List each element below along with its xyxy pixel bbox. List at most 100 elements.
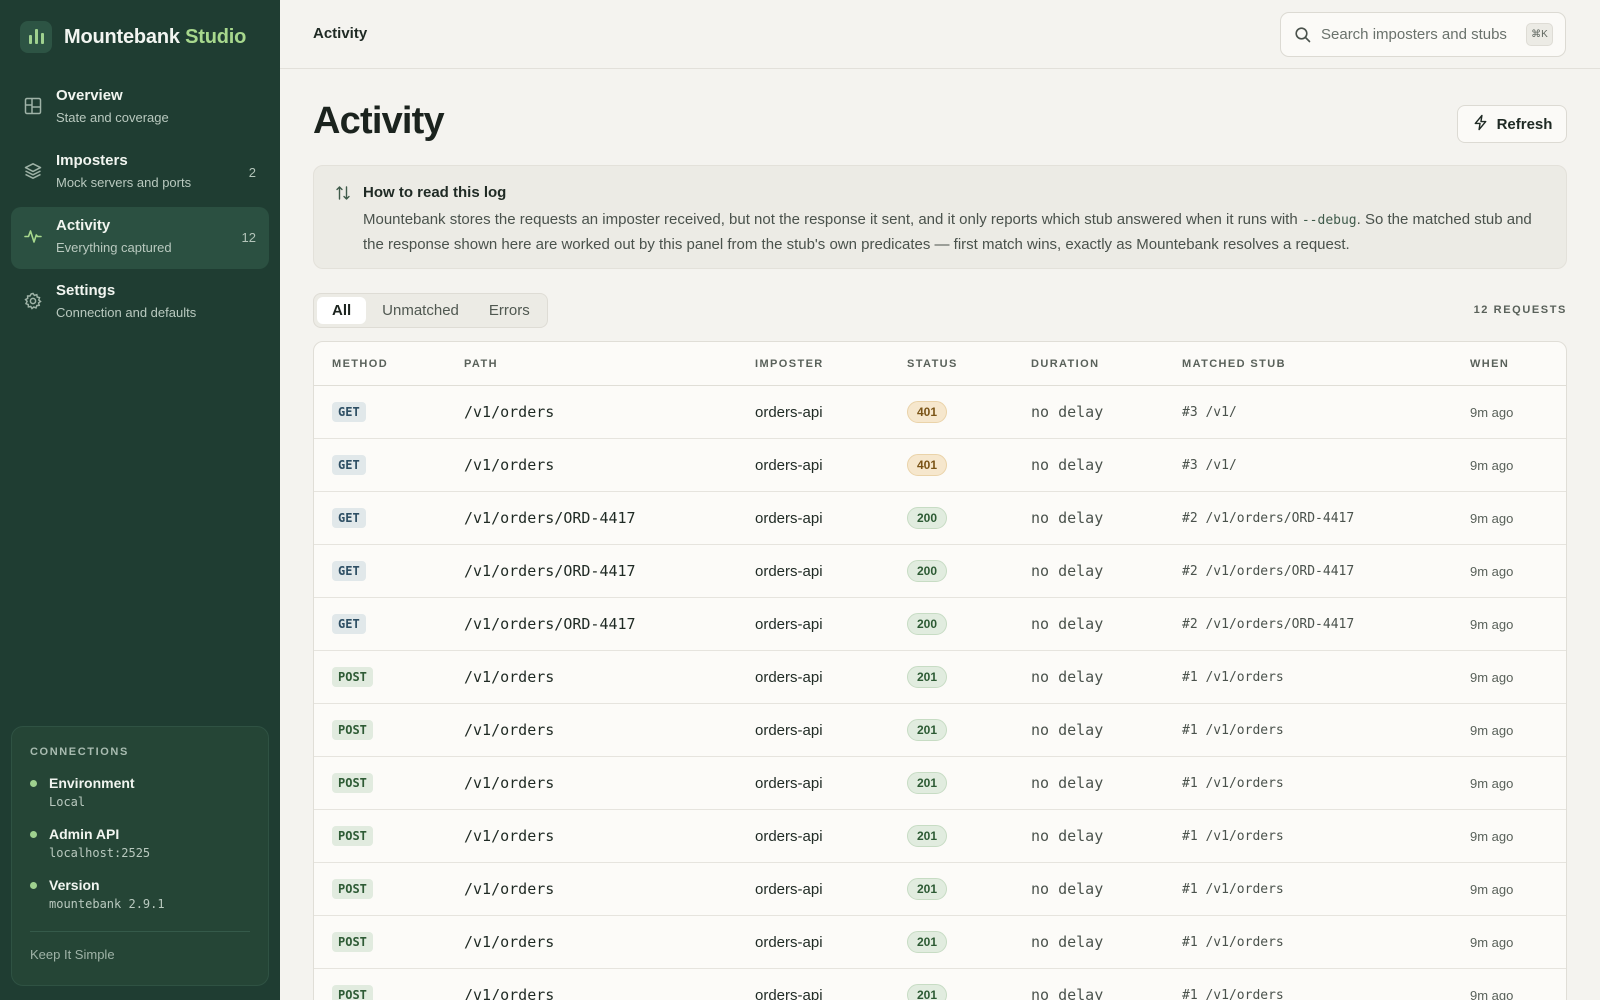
when-cell: 9m ago xyxy=(1470,669,1514,685)
refresh-button[interactable]: Refresh xyxy=(1457,105,1567,143)
table-cell: /v1/orders/ORD-4417 xyxy=(464,545,636,597)
column-header-path[interactable]: PATH xyxy=(464,358,498,370)
table-cell: 201 xyxy=(907,969,948,1000)
connection-value: Local xyxy=(49,795,86,809)
table-cell: no delay xyxy=(1031,810,1103,862)
table-cell: no delay xyxy=(1031,651,1103,703)
connection-environment: Environment Local xyxy=(30,775,250,809)
table-row[interactable]: GET/v1/orders orders-api 401 no delay #3 /v1… xyxy=(314,386,1566,439)
table-cell: GET xyxy=(332,598,366,650)
brand[interactable]: Mountebank Studio xyxy=(20,21,246,53)
column-header-imposter[interactable]: IMPOSTER xyxy=(755,358,824,370)
column-header-matched-stub[interactable]: MATCHED STUB xyxy=(1182,358,1286,370)
imposter-cell: orders-api xyxy=(755,933,823,951)
status-badge: 200 xyxy=(907,507,948,529)
when-cell: 9m ago xyxy=(1470,828,1514,844)
method-badge: GET xyxy=(332,614,366,634)
connection-label: Version xyxy=(49,877,100,893)
duration-cell: no delay xyxy=(1031,403,1104,421)
tab-errors[interactable]: Errors xyxy=(475,297,544,324)
sidebar-item-activity[interactable]: Activity Everything captured 12 xyxy=(11,207,269,269)
table-cell: 9m ago xyxy=(1470,969,1513,1000)
imposter-cell: orders-api xyxy=(755,668,823,686)
table-cell: 9m ago xyxy=(1470,386,1513,438)
table-cell: /v1/orders xyxy=(464,704,554,756)
status-dot xyxy=(30,831,37,838)
table-cell: #1 /v1/orders xyxy=(1182,969,1284,1000)
duration-cell: no delay xyxy=(1031,456,1104,474)
table-cell: /v1/orders xyxy=(464,439,554,491)
table-row[interactable]: GET/v1/orders/ORD-4417 orders-api 200 no de… xyxy=(314,598,1566,651)
duration-cell: no delay xyxy=(1031,721,1104,739)
status-badge: 401 xyxy=(907,401,948,423)
sidebar-item-title: Overview xyxy=(56,87,123,104)
connections-footer: Keep It Simple xyxy=(30,947,115,962)
tab-all[interactable]: All xyxy=(317,297,367,324)
method-badge: POST xyxy=(332,667,373,687)
imposter-cell: orders-api xyxy=(755,509,823,527)
table-cell: /v1/orders xyxy=(464,969,554,1000)
column-header-status[interactable]: STATUS xyxy=(907,358,958,370)
brand-accent: Studio xyxy=(185,25,247,48)
table-row[interactable]: POST/v1/orders orders-api 201 no delay #1 /v… xyxy=(314,651,1566,704)
connection-label: Admin API xyxy=(49,826,120,842)
table-cell: POST xyxy=(332,651,373,703)
sidebar-item-subtitle: Mock servers and ports xyxy=(56,175,192,190)
table-cell: 201 xyxy=(907,916,948,968)
sort-arrows-icon xyxy=(335,185,351,201)
matched-stub-cell: #1 /v1/orders xyxy=(1182,828,1284,844)
sidebar-item-title: Imposters xyxy=(56,152,128,169)
table-cell: orders-api xyxy=(755,598,823,650)
table-cell: 201 xyxy=(907,704,948,756)
shortcut-hint: ⌘K xyxy=(1526,23,1553,46)
table-cell: no delay xyxy=(1031,439,1103,491)
table-row[interactable]: GET/v1/orders orders-api 401 no delay #3 /v1… xyxy=(314,439,1566,492)
method-badge: POST xyxy=(332,985,373,1000)
table-cell: #1 /v1/orders xyxy=(1182,863,1284,915)
method-badge: GET xyxy=(332,455,366,475)
table-row[interactable]: GET/v1/orders/ORD-4417 orders-api 200 no de… xyxy=(314,492,1566,545)
column-header-method[interactable]: METHOD xyxy=(332,358,388,370)
table-cell: orders-api xyxy=(755,916,823,968)
table-row[interactable]: GET/v1/orders/ORD-4417 orders-api 200 no de… xyxy=(314,545,1566,598)
tab-unmatched[interactable]: Unmatched xyxy=(368,297,473,324)
table-cell: 401 xyxy=(907,386,948,438)
search-box[interactable]: ⌘K xyxy=(1280,12,1566,57)
matched-stub-cell: #3 /v1/ xyxy=(1182,404,1237,420)
table-cell: 9m ago xyxy=(1470,863,1513,915)
column-header-when[interactable]: WHEN xyxy=(1470,358,1509,370)
bolt-icon xyxy=(1472,114,1489,135)
sidebar-nav: Overview State and coverage Imposters Mo… xyxy=(11,77,269,337)
sidebar-item-imposters[interactable]: Imposters Mock servers and ports 2 xyxy=(11,142,269,204)
status-badge: 200 xyxy=(907,560,948,582)
table-row[interactable]: POST/v1/orders orders-api 201 no delay #1 /v… xyxy=(314,863,1566,916)
table-row[interactable]: POST/v1/orders orders-api 201 no delay #1 /v… xyxy=(314,916,1566,969)
sidebar-item-overview[interactable]: Overview State and coverage xyxy=(11,77,269,139)
imposter-cell: orders-api xyxy=(755,562,823,580)
status-badge: 201 xyxy=(907,719,948,741)
search-input[interactable] xyxy=(1321,13,1517,56)
column-header-duration[interactable]: DURATION xyxy=(1031,358,1099,370)
table-row[interactable]: POST/v1/orders orders-api 201 no delay #1 /v… xyxy=(314,810,1566,863)
table-cell: orders-api xyxy=(755,492,823,544)
sidebar-item-count: 2 xyxy=(248,165,256,180)
table-cell: /v1/orders xyxy=(464,651,554,703)
sidebar-item-subtitle: Everything captured xyxy=(56,240,172,255)
table-cell: 401 xyxy=(907,439,948,491)
duration-cell: no delay xyxy=(1031,774,1104,792)
table-cell: #1 /v1/orders xyxy=(1182,810,1284,862)
table-cell: no delay xyxy=(1031,386,1103,438)
matched-stub-cell: #1 /v1/orders xyxy=(1182,722,1284,738)
path-cell: /v1/orders xyxy=(464,933,555,951)
imposter-cell: orders-api xyxy=(755,721,823,739)
table-cell: /v1/orders xyxy=(464,386,554,438)
table-row[interactable]: POST/v1/orders orders-api 201 no delay #1 /v… xyxy=(314,969,1566,1000)
request-count: 12 REQUESTS xyxy=(1473,304,1567,316)
table-row[interactable]: POST/v1/orders orders-api 201 no delay #1 /v… xyxy=(314,757,1566,810)
sidebar-item-settings[interactable]: Settings Connection and defaults xyxy=(11,272,269,334)
table-cell: 9m ago xyxy=(1470,598,1513,650)
when-cell: 9m ago xyxy=(1470,404,1514,420)
table-cell: 201 xyxy=(907,810,948,862)
status-badge: 201 xyxy=(907,984,948,1000)
table-row[interactable]: POST/v1/orders orders-api 201 no delay #1 /v… xyxy=(314,704,1566,757)
